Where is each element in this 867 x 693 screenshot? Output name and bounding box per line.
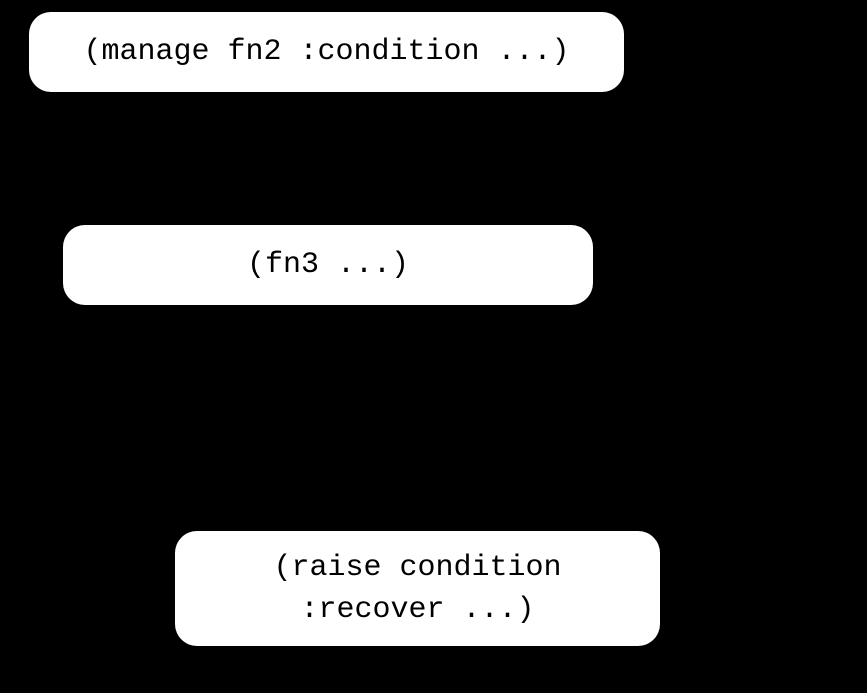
diagram-node-fn3: (fn3 ...) [63, 225, 593, 305]
node-label: (fn3 ...) [247, 248, 409, 282]
diagram-node-manage: (manage fn2 :condition ...) [29, 12, 624, 92]
node-label: (raise condition :recover ...) [205, 547, 630, 631]
node-label: (manage fn2 :condition ...) [83, 35, 569, 69]
diagram-node-raise: (raise condition :recover ...) [175, 531, 660, 646]
